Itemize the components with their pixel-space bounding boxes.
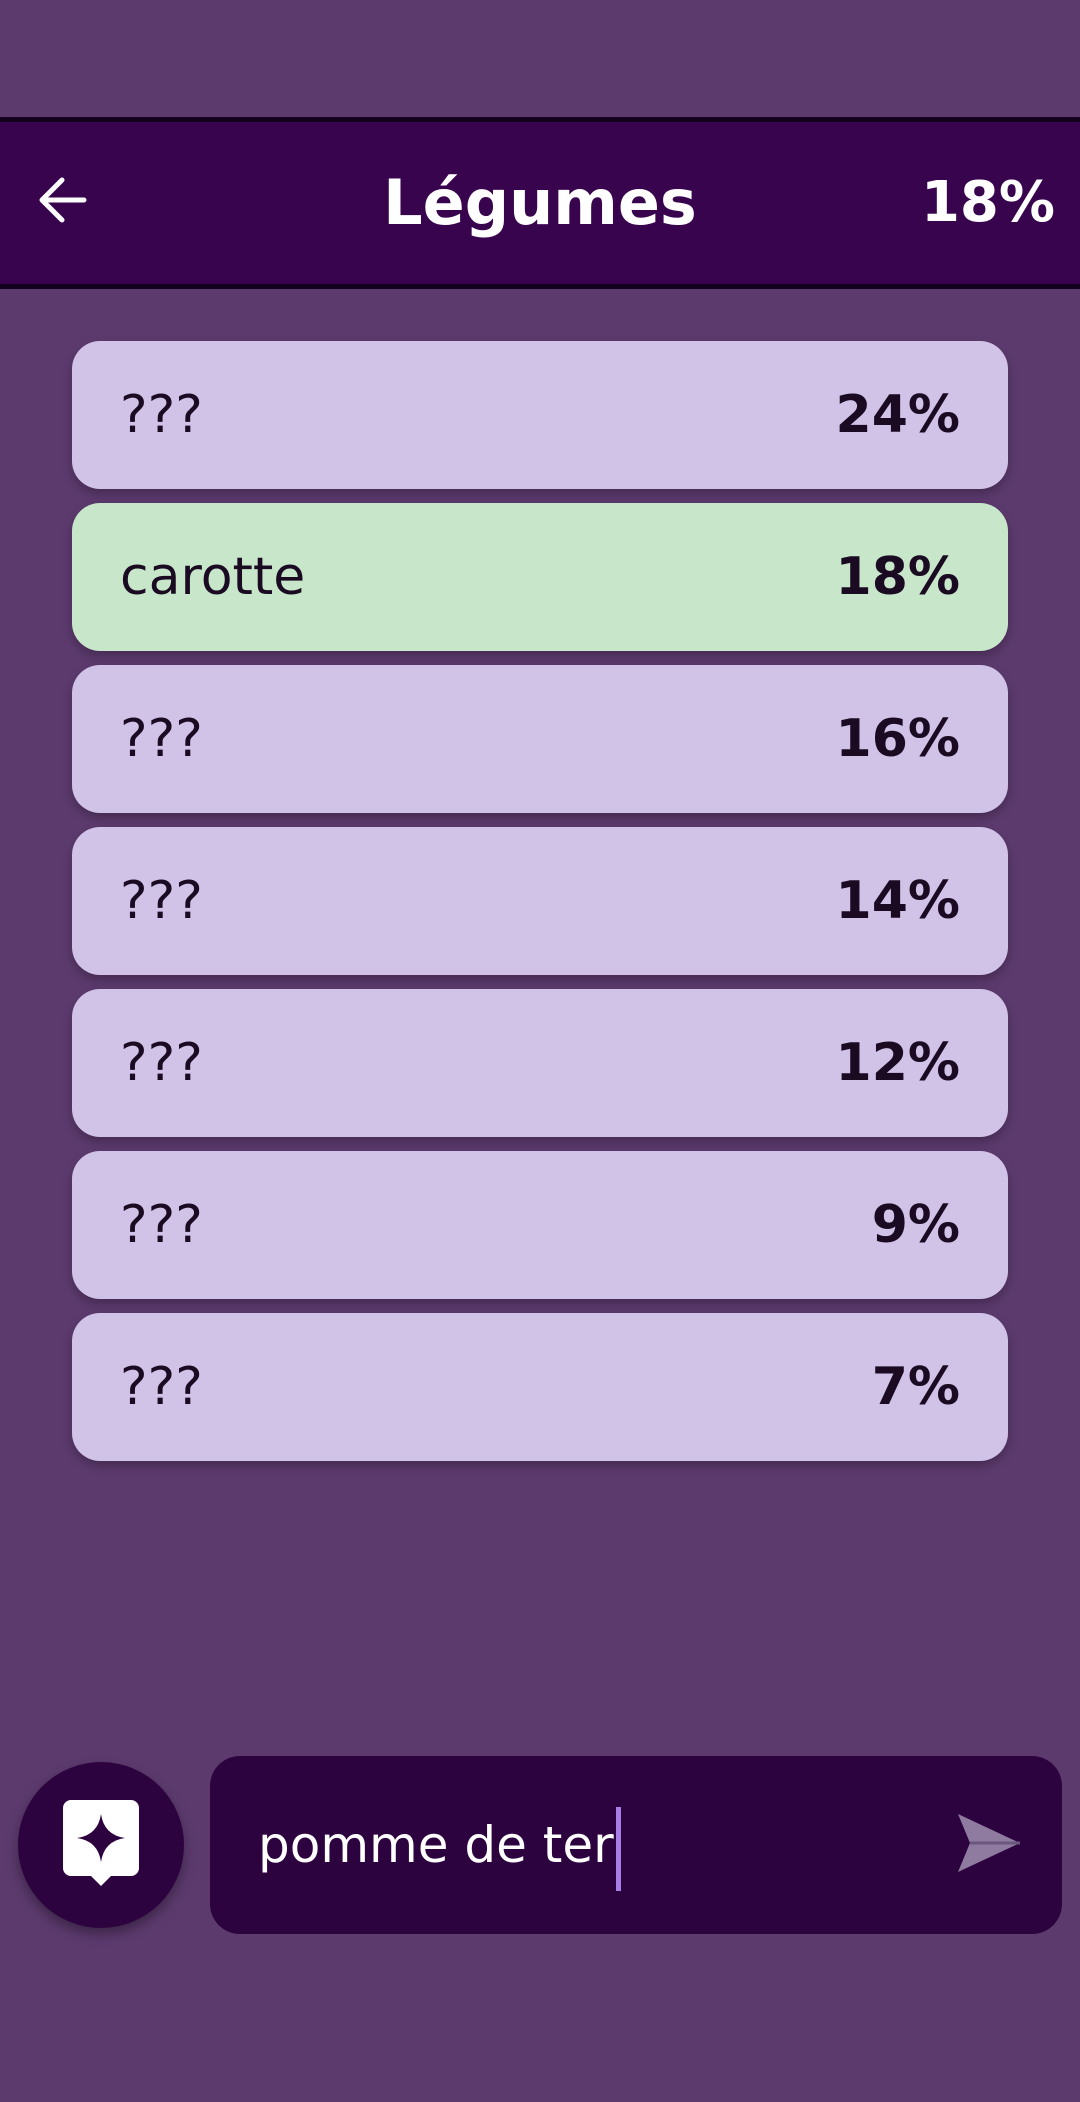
answer-row: ??? 24% bbox=[72, 341, 1008, 489]
text-caret bbox=[615, 1806, 621, 1891]
top-app-bar: Légumes 18% bbox=[0, 117, 1080, 289]
answer-percent: 18% bbox=[835, 547, 960, 607]
answer-word: ??? bbox=[120, 1357, 203, 1417]
sparkle-hint-icon bbox=[63, 1800, 139, 1890]
answer-percent: 12% bbox=[835, 1033, 960, 1093]
answer-row: ??? 9% bbox=[72, 1151, 1008, 1299]
answer-word: ??? bbox=[120, 1033, 203, 1093]
send-button[interactable] bbox=[946, 1802, 1032, 1888]
answer-row: ??? 14% bbox=[72, 827, 1008, 975]
answer-list: ??? 24% carotte 18% ??? 16% ??? 14% ??? … bbox=[72, 341, 1008, 1475]
answer-percent: 16% bbox=[835, 709, 960, 769]
answer-row-found: carotte 18% bbox=[72, 503, 1008, 651]
answer-row: ??? 7% bbox=[72, 1313, 1008, 1461]
send-icon bbox=[956, 1810, 1022, 1880]
guess-input-field[interactable]: pomme de ter bbox=[210, 1756, 1062, 1934]
page-title: Légumes bbox=[383, 166, 697, 239]
answer-percent: 24% bbox=[835, 385, 960, 445]
answer-word: ??? bbox=[120, 871, 203, 931]
hint-button[interactable] bbox=[18, 1762, 184, 1928]
answer-word: ??? bbox=[120, 385, 203, 445]
guess-input-value: pomme de ter bbox=[258, 1816, 614, 1874]
answer-word: carotte bbox=[120, 547, 306, 607]
answer-row: ??? 12% bbox=[72, 989, 1008, 1137]
score-percent: 18% bbox=[920, 170, 1055, 235]
answer-percent: 14% bbox=[835, 871, 960, 931]
guess-input[interactable]: pomme de ter bbox=[258, 1756, 621, 1934]
answer-row: ??? 16% bbox=[72, 665, 1008, 813]
answer-word: ??? bbox=[120, 709, 203, 769]
answer-percent: 7% bbox=[871, 1357, 960, 1417]
answer-percent: 9% bbox=[871, 1195, 960, 1255]
answer-word: ??? bbox=[120, 1195, 203, 1255]
